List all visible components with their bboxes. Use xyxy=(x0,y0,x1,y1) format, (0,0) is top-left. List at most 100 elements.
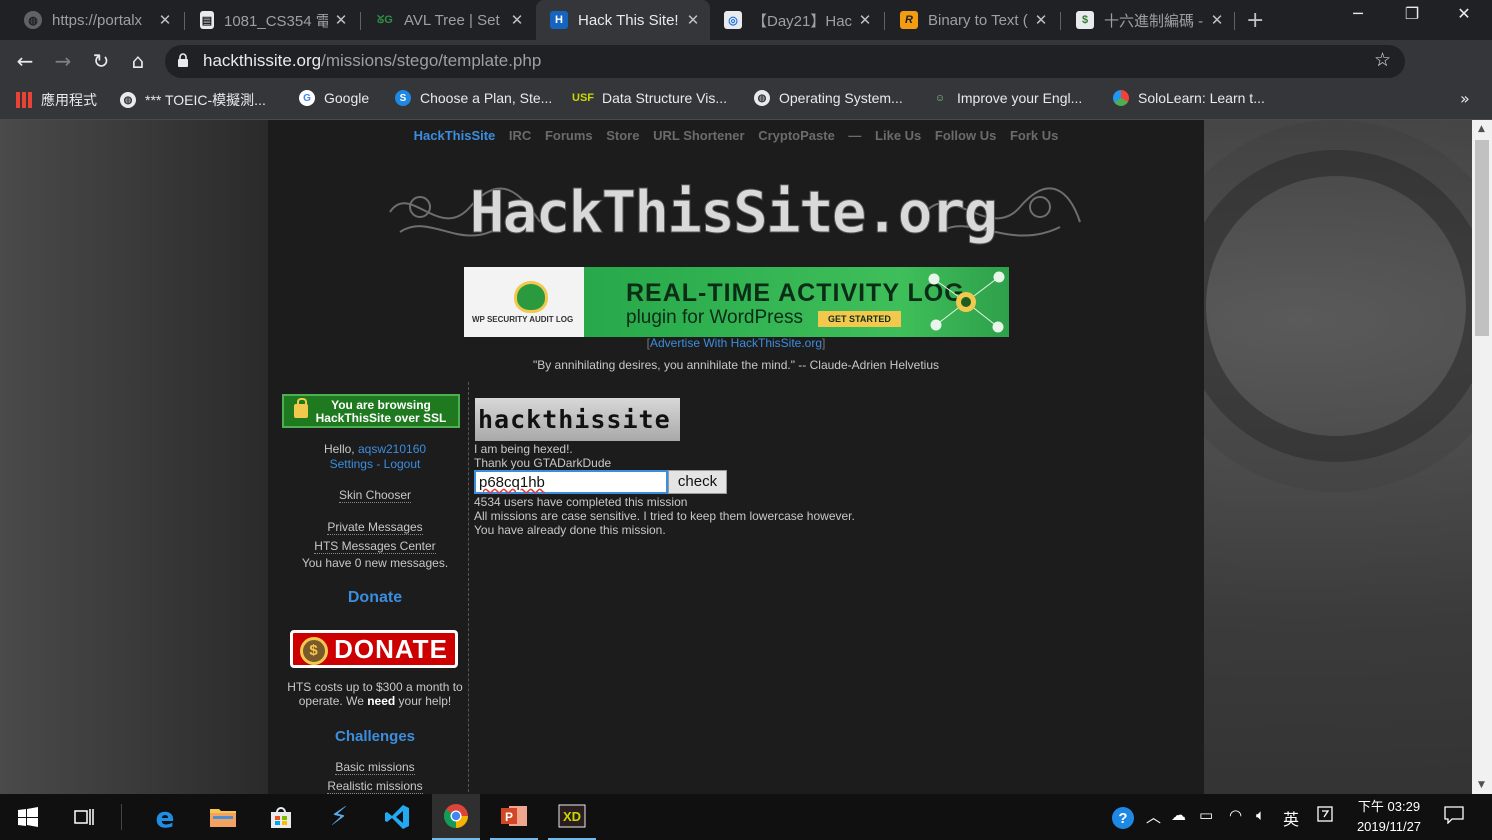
file-explorer-icon[interactable] xyxy=(199,794,247,840)
vscode-icon[interactable] xyxy=(373,794,421,840)
username-link[interactable]: aqsw210160 xyxy=(358,442,426,456)
close-icon[interactable]: ✕ xyxy=(334,11,348,29)
advertise-link[interactable]: Advertise With HackThisSite.org xyxy=(650,336,822,350)
basic-missions-link[interactable]: Basic missions xyxy=(335,760,415,775)
wifi-icon[interactable]: ◠ xyxy=(1229,806,1242,824)
close-icon[interactable]: ✕ xyxy=(510,11,524,29)
close-icon[interactable]: ✕ xyxy=(1034,11,1048,29)
tab-binary-to-text[interactable]: R Binary to Text ( ✕ xyxy=(886,0,1058,40)
logout-link[interactable]: Logout xyxy=(384,457,421,471)
private-messages-link[interactable]: Private Messages xyxy=(327,520,423,535)
padlock-icon xyxy=(294,398,308,418)
battery-icon[interactable]: ▭ xyxy=(1199,806,1213,824)
restore-icon[interactable]: ❐ xyxy=(1392,4,1432,23)
tab-hack-this-site[interactable]: H Hack This Site! ✕ xyxy=(536,0,710,40)
task-view-icon[interactable] xyxy=(60,794,108,840)
user-greeting: Hello, aqsw210160 xyxy=(323,442,427,456)
nav-hackthissite[interactable]: HackThisSite xyxy=(414,128,496,143)
address-bar[interactable]: hackthissite.org/missions/stego/template… xyxy=(165,45,1405,78)
powerpoint-icon[interactable]: P xyxy=(490,794,538,840)
bookmark-star-icon[interactable]: ☆ xyxy=(1374,49,1391,71)
bookmark-steam[interactable]: S Choose a Plan, Ste... xyxy=(395,90,552,106)
geeksforgeeks-icon: ᘜG xyxy=(377,13,393,26)
tab-day21[interactable]: ◎ 【Day21】Hac ✕ xyxy=(710,0,882,40)
tab-avl-tree[interactable]: ᘜG AVL Tree | Set 1 ✕ xyxy=(362,0,534,40)
minimize-icon[interactable]: ─ xyxy=(1338,4,1378,23)
svg-text:P: P xyxy=(505,810,513,824)
case-note: All missions are case sensitive. I tried… xyxy=(474,509,855,523)
close-icon[interactable]: ✕ xyxy=(1210,11,1224,29)
close-icon[interactable]: ✕ xyxy=(686,11,700,29)
bookmark-sololearn[interactable]: SoloLearn: Learn t... xyxy=(1113,90,1265,106)
vs-installer-icon[interactable]: ⚡ xyxy=(315,794,363,840)
notification-center-icon[interactable] xyxy=(1444,806,1464,828)
nav-fork-us[interactable]: Fork Us xyxy=(1010,128,1058,143)
ssl-notice: You are browsing HackThisSite over SSL xyxy=(282,394,460,428)
ad-brand: WP SECURITY AUDIT LOG xyxy=(472,315,574,324)
bookmark-english[interactable]: ☺ Improve your Engl... xyxy=(932,90,1082,106)
donate-button[interactable]: $ DONATE xyxy=(290,630,458,668)
tab-hex-encoding[interactable]: $ 十六進制編碼 - ✕ xyxy=(1062,0,1234,40)
chevron-double-right-icon[interactable]: » xyxy=(1460,89,1470,108)
start-icon[interactable] xyxy=(4,794,52,840)
new-tab-plus-icon[interactable]: + xyxy=(1246,8,1264,33)
realistic-missions-link[interactable]: Realistic missions xyxy=(327,779,423,794)
site-logo[interactable]: HackThisSite.org xyxy=(380,152,1086,262)
window-close-icon[interactable]: ✕ xyxy=(1444,4,1484,23)
close-icon[interactable]: ✕ xyxy=(858,11,872,29)
nav-irc[interactable]: IRC xyxy=(509,128,531,143)
nav-cryptopaste[interactable]: CryptoPaste xyxy=(758,128,835,143)
page-viewport: HackThisSite IRC Forums Store URL Shorte… xyxy=(0,120,1472,794)
ime-indicator[interactable]: 英 xyxy=(1283,806,1299,830)
settings-link[interactable]: Settings xyxy=(330,457,373,471)
system-clock[interactable]: 下午 03:29 2019/11/27 xyxy=(1346,797,1432,837)
chevron-up-icon[interactable]: ︿ xyxy=(1146,806,1161,827)
nav-like-us[interactable]: Like Us xyxy=(875,128,921,143)
help-icon[interactable]: ? xyxy=(1111,806,1135,834)
page-scrollbar[interactable]: ▲ ▼ xyxy=(1472,120,1492,794)
tab-portal[interactable]: ◍ https://portalx ✕ xyxy=(10,0,182,40)
tab-strip: ◍ https://portalx ✕ ▤ 1081_CS354 電 ✕ ᘜG … xyxy=(0,0,1492,40)
url-text: hackthissite.org/missions/stego/template… xyxy=(203,51,542,70)
nav-forums[interactable]: Forums xyxy=(545,128,593,143)
home-icon[interactable]: ⌂ xyxy=(125,50,151,72)
chrome-icon[interactable] xyxy=(432,794,480,840)
new-messages-count: You have 0 new messages. xyxy=(301,556,449,570)
reload-icon[interactable]: ↻ xyxy=(88,50,114,72)
nav-url-shortener[interactable]: URL Shortener xyxy=(653,128,745,143)
bookmark-os[interactable]: ◍ Operating System... xyxy=(754,90,903,106)
logo-text: HackThisSite.org xyxy=(470,178,997,246)
quote: "By annihilating desires, you annihilate… xyxy=(532,358,940,372)
ad-banner[interactable]: WP SECURITY AUDIT LOG REAL-TIME ACTIVITY… xyxy=(464,267,1009,337)
messages-center-link[interactable]: HTS Messages Center xyxy=(314,539,436,554)
skin-chooser-link[interactable]: Skin Chooser xyxy=(338,488,412,503)
back-arrow-icon[interactable]: ← xyxy=(12,50,38,72)
answer-input[interactable]: p68cq1hb xyxy=(474,470,668,494)
check-button[interactable]: check xyxy=(668,470,727,494)
ad-cta-button[interactable]: GET STARTED xyxy=(818,311,901,327)
store-icon[interactable] xyxy=(257,794,305,840)
scroll-up-arrow-icon[interactable]: ▲ xyxy=(1478,124,1485,134)
forward-arrow-icon[interactable]: → xyxy=(50,50,76,72)
bookmark-toeic[interactable]: ◍ *** TOEIC-模擬測... xyxy=(120,90,266,110)
volume-icon[interactable]: 🔈︎ xyxy=(1256,806,1265,824)
tab-cs354[interactable]: ▤ 1081_CS354 電 ✕ xyxy=(186,0,358,40)
edge-icon[interactable]: e xyxy=(141,794,189,840)
onedrive-cloud-icon[interactable]: ☁ xyxy=(1171,806,1186,824)
document-icon: ▤ xyxy=(200,11,214,29)
nav-follow-us[interactable]: Follow Us xyxy=(935,128,996,143)
scroll-down-arrow-icon[interactable]: ▼ xyxy=(1478,780,1485,790)
ime-mode-icon[interactable] xyxy=(1317,806,1333,826)
bookmark-usf[interactable]: USF Data Structure Vis... xyxy=(572,90,727,106)
bookmark-apps[interactable]: 應用程式 xyxy=(16,90,97,110)
steam-icon: S xyxy=(395,90,411,106)
windows-taskbar: e ⚡ P XD ? ︿ ☁ ▭ ◠ 🔈︎ 英 下午 03:29 2019/11… xyxy=(0,794,1492,840)
bookmark-google[interactable]: G Google xyxy=(299,90,369,106)
sidebar: You are browsing HackThisSite over SSL H… xyxy=(282,394,468,794)
xd-icon[interactable]: XD xyxy=(548,794,596,840)
browser-chrome: ◍ https://portalx ✕ ▤ 1081_CS354 電 ✕ ᘜG … xyxy=(0,0,1492,120)
close-icon[interactable]: ✕ xyxy=(158,11,172,29)
nav-store[interactable]: Store xyxy=(606,128,639,143)
lock-icon xyxy=(178,53,188,67)
scrollbar-thumb[interactable] xyxy=(1475,140,1489,336)
